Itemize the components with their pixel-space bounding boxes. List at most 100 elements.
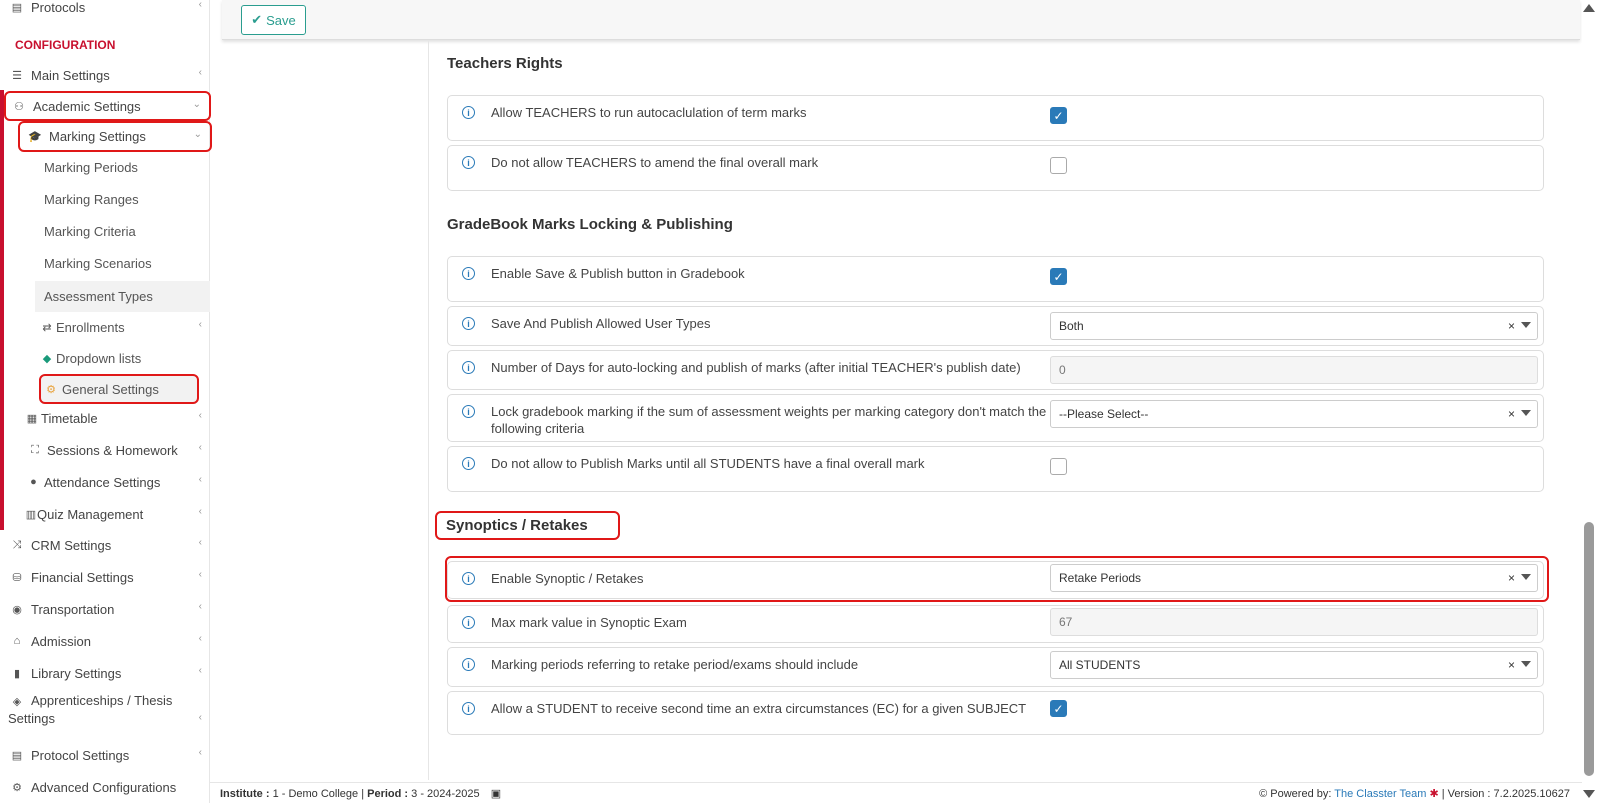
gear-icon: ⚙	[46, 383, 56, 396]
sidebar-item-sessions-homework[interactable]: ⛶ Sessions & Homework ‹	[0, 436, 210, 464]
lock-weights-select[interactable]: --Please Select-- ×	[1050, 400, 1538, 428]
enable-publish-checkbox[interactable]: ✓	[1050, 268, 1067, 285]
info-icon[interactable]: i	[462, 616, 475, 629]
user-check-icon: ●	[30, 476, 37, 488]
autolock-days-input[interactable]: 0	[1050, 356, 1538, 384]
sidebar-item-assessment-types[interactable]: Assessment Types	[35, 281, 210, 312]
sidebar-item-dropdown-lists[interactable]: ◆ Dropdown lists	[0, 344, 210, 372]
sidebar-item-label: Marking Settings	[49, 129, 146, 144]
clear-icon[interactable]: ×	[1508, 571, 1515, 585]
second-ec-checkbox[interactable]: ✓	[1050, 700, 1067, 717]
cube-icon: ◈	[12, 696, 22, 708]
allow-autocalc-checkbox[interactable]: ✓	[1050, 107, 1067, 124]
chevron-left-icon: ‹	[198, 712, 202, 723]
sidebar-item-main-settings[interactable]: ☰ Main Settings ‹	[0, 61, 210, 89]
chevron-left-icon: ‹	[198, 474, 202, 485]
sliders-icon: ☰	[12, 69, 22, 82]
info-icon[interactable]: i	[462, 702, 475, 715]
setting-label: Lock gradebook marking if the sum of ass…	[491, 404, 1047, 436]
sidebar-item-label: Admission	[31, 633, 91, 649]
chevron-left-icon: ‹	[198, 0, 202, 10]
setting-label: Allow TEACHERS to run autocaclulation of…	[491, 105, 807, 120]
sidebar-item-marking-periods[interactable]: Marking Periods	[0, 153, 210, 181]
sidebar-item-label: Marking Periods	[44, 159, 138, 175]
setting-row-enable-publish: i Enable Save & Publish button in Gradeb…	[447, 256, 1544, 302]
clear-icon[interactable]: ×	[1508, 407, 1515, 421]
configuration-heading: CONFIGURATION	[15, 38, 116, 52]
chevron-left-icon: ‹	[198, 410, 202, 421]
sidebar-item-timetable[interactable]: ▦ Timetable ‹	[0, 404, 210, 432]
sidebar-item-marking-scenarios[interactable]: Marking Scenarios	[0, 249, 210, 277]
setting-label: Number of Days for auto-locking and publ…	[491, 360, 1021, 375]
info-icon[interactable]: i	[462, 361, 475, 374]
enable-synoptic-select[interactable]: Retake Periods ×	[1050, 564, 1538, 592]
no-publish-until-checkbox[interactable]	[1050, 458, 1067, 475]
sidebar-item-label: Assessment Types	[44, 289, 153, 304]
sidebar-item-admission[interactable]: ⌂ Admission ‹	[0, 627, 210, 655]
sidebar-item-academic-settings[interactable]: ⚇ Academic Settings ⌄	[4, 91, 211, 121]
sidebar-item-advanced-configurations[interactable]: ⚙ Advanced Configurations	[0, 773, 210, 801]
layers-icon: ◆	[42, 352, 52, 365]
graduation-cap-icon: 🎓	[28, 131, 42, 143]
info-icon[interactable]: i	[462, 658, 475, 671]
sidebar-item-quiz-management[interactable]: ▥ Quiz Management ‹	[0, 500, 210, 528]
chevron-left-icon: ‹	[198, 442, 202, 453]
setting-label: Save And Publish Allowed User Types	[491, 316, 711, 331]
setting-label: Do not allow to Publish Marks until all …	[491, 456, 925, 471]
no-amend-checkbox[interactable]	[1050, 157, 1067, 174]
clear-icon[interactable]: ×	[1508, 658, 1515, 672]
sidebar-item-label: Library Settings	[31, 665, 122, 681]
sidebar-item-transportation[interactable]: ◉ Transportation ‹	[0, 595, 210, 623]
sidebar-item-library-settings[interactable]: ▮ Library Settings ‹	[0, 659, 210, 687]
marking-periods-include-select[interactable]: All STUDENTS ×	[1050, 651, 1538, 679]
classter-team-link[interactable]: The Classter Team	[1334, 788, 1426, 800]
info-icon[interactable]: i	[462, 317, 475, 330]
sidebar-item-label: Transportation	[31, 601, 115, 617]
sidebar-item-label: CRM Settings	[31, 537, 112, 553]
publish-user-types-select[interactable]: Both ×	[1050, 312, 1538, 340]
setting-label: Marking periods referring to retake peri…	[491, 657, 859, 672]
scroll-up-arrow-icon[interactable]	[1583, 4, 1595, 12]
sidebar-item-label: Marking Ranges	[44, 191, 139, 207]
section-title-teachers-rights: Teachers Rights	[447, 55, 563, 72]
users-group-icon: ⚇	[14, 100, 24, 113]
clear-icon[interactable]: ×	[1508, 319, 1515, 333]
setting-label: Max mark value in Synoptic Exam	[491, 615, 687, 630]
shuffle-icon: ⤨	[12, 538, 22, 551]
exchange-icon: ⇄	[42, 321, 52, 334]
chevron-left-icon: ‹	[198, 633, 202, 644]
setting-row-no-publish-until: i Do not allow to Publish Marks until al…	[447, 446, 1544, 492]
chevron-left-icon: ‹	[198, 506, 202, 517]
sidebar-item-label: Advanced Configurations	[31, 779, 177, 795]
sidebar-item-general-settings[interactable]: ⚙ General Settings	[39, 374, 199, 404]
sidebar-item-label: Main Settings	[31, 67, 110, 83]
chevron-left-icon: ‹	[198, 665, 202, 676]
sidebar-item-label: Protocol Settings	[31, 747, 130, 763]
setting-label: Do not allow TEACHERS to amend the final…	[491, 155, 819, 170]
sidebar-item-protocol-settings[interactable]: ▤ Protocol Settings ‹	[0, 741, 210, 769]
info-icon[interactable]: i	[462, 156, 475, 169]
sidebar-item-enrollments[interactable]: ⇄ Enrollments ‹	[0, 313, 210, 341]
setting-label: Enable Save & Publish button in Gradeboo…	[491, 266, 745, 281]
bus-icon: ◉	[12, 603, 22, 616]
info-icon[interactable]: i	[462, 405, 475, 418]
save-button[interactable]: ✔ Save	[241, 5, 306, 35]
sidebar-item-label: Sessions & Homework	[47, 442, 178, 458]
sidebar-item-marking-criteria[interactable]: Marking Criteria	[0, 217, 210, 245]
sidebar-item-label-cont: Settings	[8, 711, 55, 726]
sidebar-item-attendance-settings[interactable]: ● Attendance Settings ‹	[0, 468, 210, 496]
info-icon[interactable]: i	[462, 267, 475, 280]
caret-down-icon	[1521, 661, 1531, 667]
sidebar-item-marking-ranges[interactable]: Marking Ranges	[0, 185, 210, 213]
copy-icon[interactable]: ▣	[491, 788, 501, 800]
max-mark-input[interactable]: 67	[1050, 608, 1538, 636]
info-icon[interactable]: i	[462, 106, 475, 119]
sidebar-item-marking-settings[interactable]: 🎓 Marking Settings ⌄	[18, 121, 212, 152]
info-icon[interactable]: i	[462, 457, 475, 470]
sidebar-item-financial-settings[interactable]: ⛁ Financial Settings ‹	[0, 563, 210, 591]
scrollbar-thumb[interactable]	[1584, 522, 1594, 776]
sidebar-item-crm-settings[interactable]: ⤨ CRM Settings ‹	[0, 531, 210, 559]
sidebar-item-apprenticeships[interactable]: ◈ Apprenticeships / Thesis Settings ‹	[0, 692, 210, 732]
sidebar-item-protocols[interactable]: ▤ Protocols ‹	[0, 0, 210, 21]
scroll-down-arrow-icon[interactable]	[1583, 790, 1595, 798]
